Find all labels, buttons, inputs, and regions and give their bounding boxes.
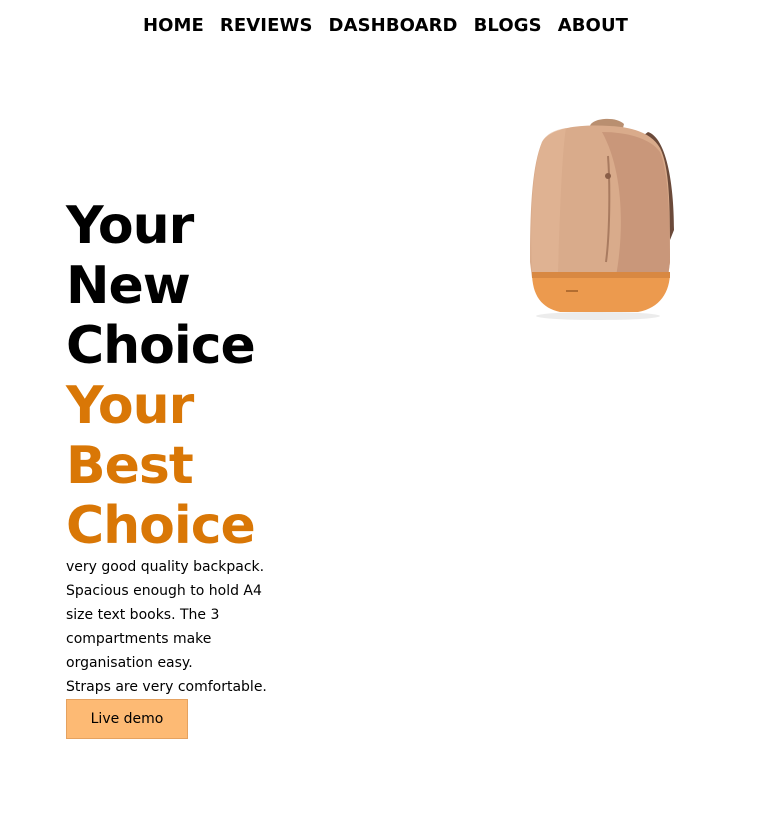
nav-dashboard[interactable]: DASHBOARD bbox=[329, 13, 458, 39]
nav-reviews[interactable]: REVIEWS bbox=[220, 13, 313, 39]
headline-accent: Your Best Choice bbox=[66, 376, 326, 556]
backpack-image bbox=[520, 112, 680, 322]
headline-line: Choice bbox=[66, 316, 256, 376]
headline-line: New bbox=[66, 256, 191, 316]
headline-primary: Your New Choice bbox=[66, 196, 326, 376]
hero-section: Your New Choice Your Best Choice bbox=[66, 196, 326, 556]
headline-line: Your bbox=[66, 376, 194, 436]
headline-line: Choice bbox=[66, 496, 256, 556]
nav-about[interactable]: ABOUT bbox=[558, 13, 628, 39]
headline-line: Your bbox=[66, 196, 194, 256]
nav-blogs[interactable]: BLOGS bbox=[474, 13, 542, 39]
main-nav: HOME REVIEWS DASHBOARD BLOGS ABOUT bbox=[0, 13, 771, 39]
headline-line: Best bbox=[66, 436, 194, 496]
live-demo-button[interactable]: Live demo bbox=[66, 699, 188, 739]
nav-home[interactable]: HOME bbox=[143, 13, 204, 39]
product-description: very good quality backpack. Spacious eno… bbox=[66, 559, 267, 695]
